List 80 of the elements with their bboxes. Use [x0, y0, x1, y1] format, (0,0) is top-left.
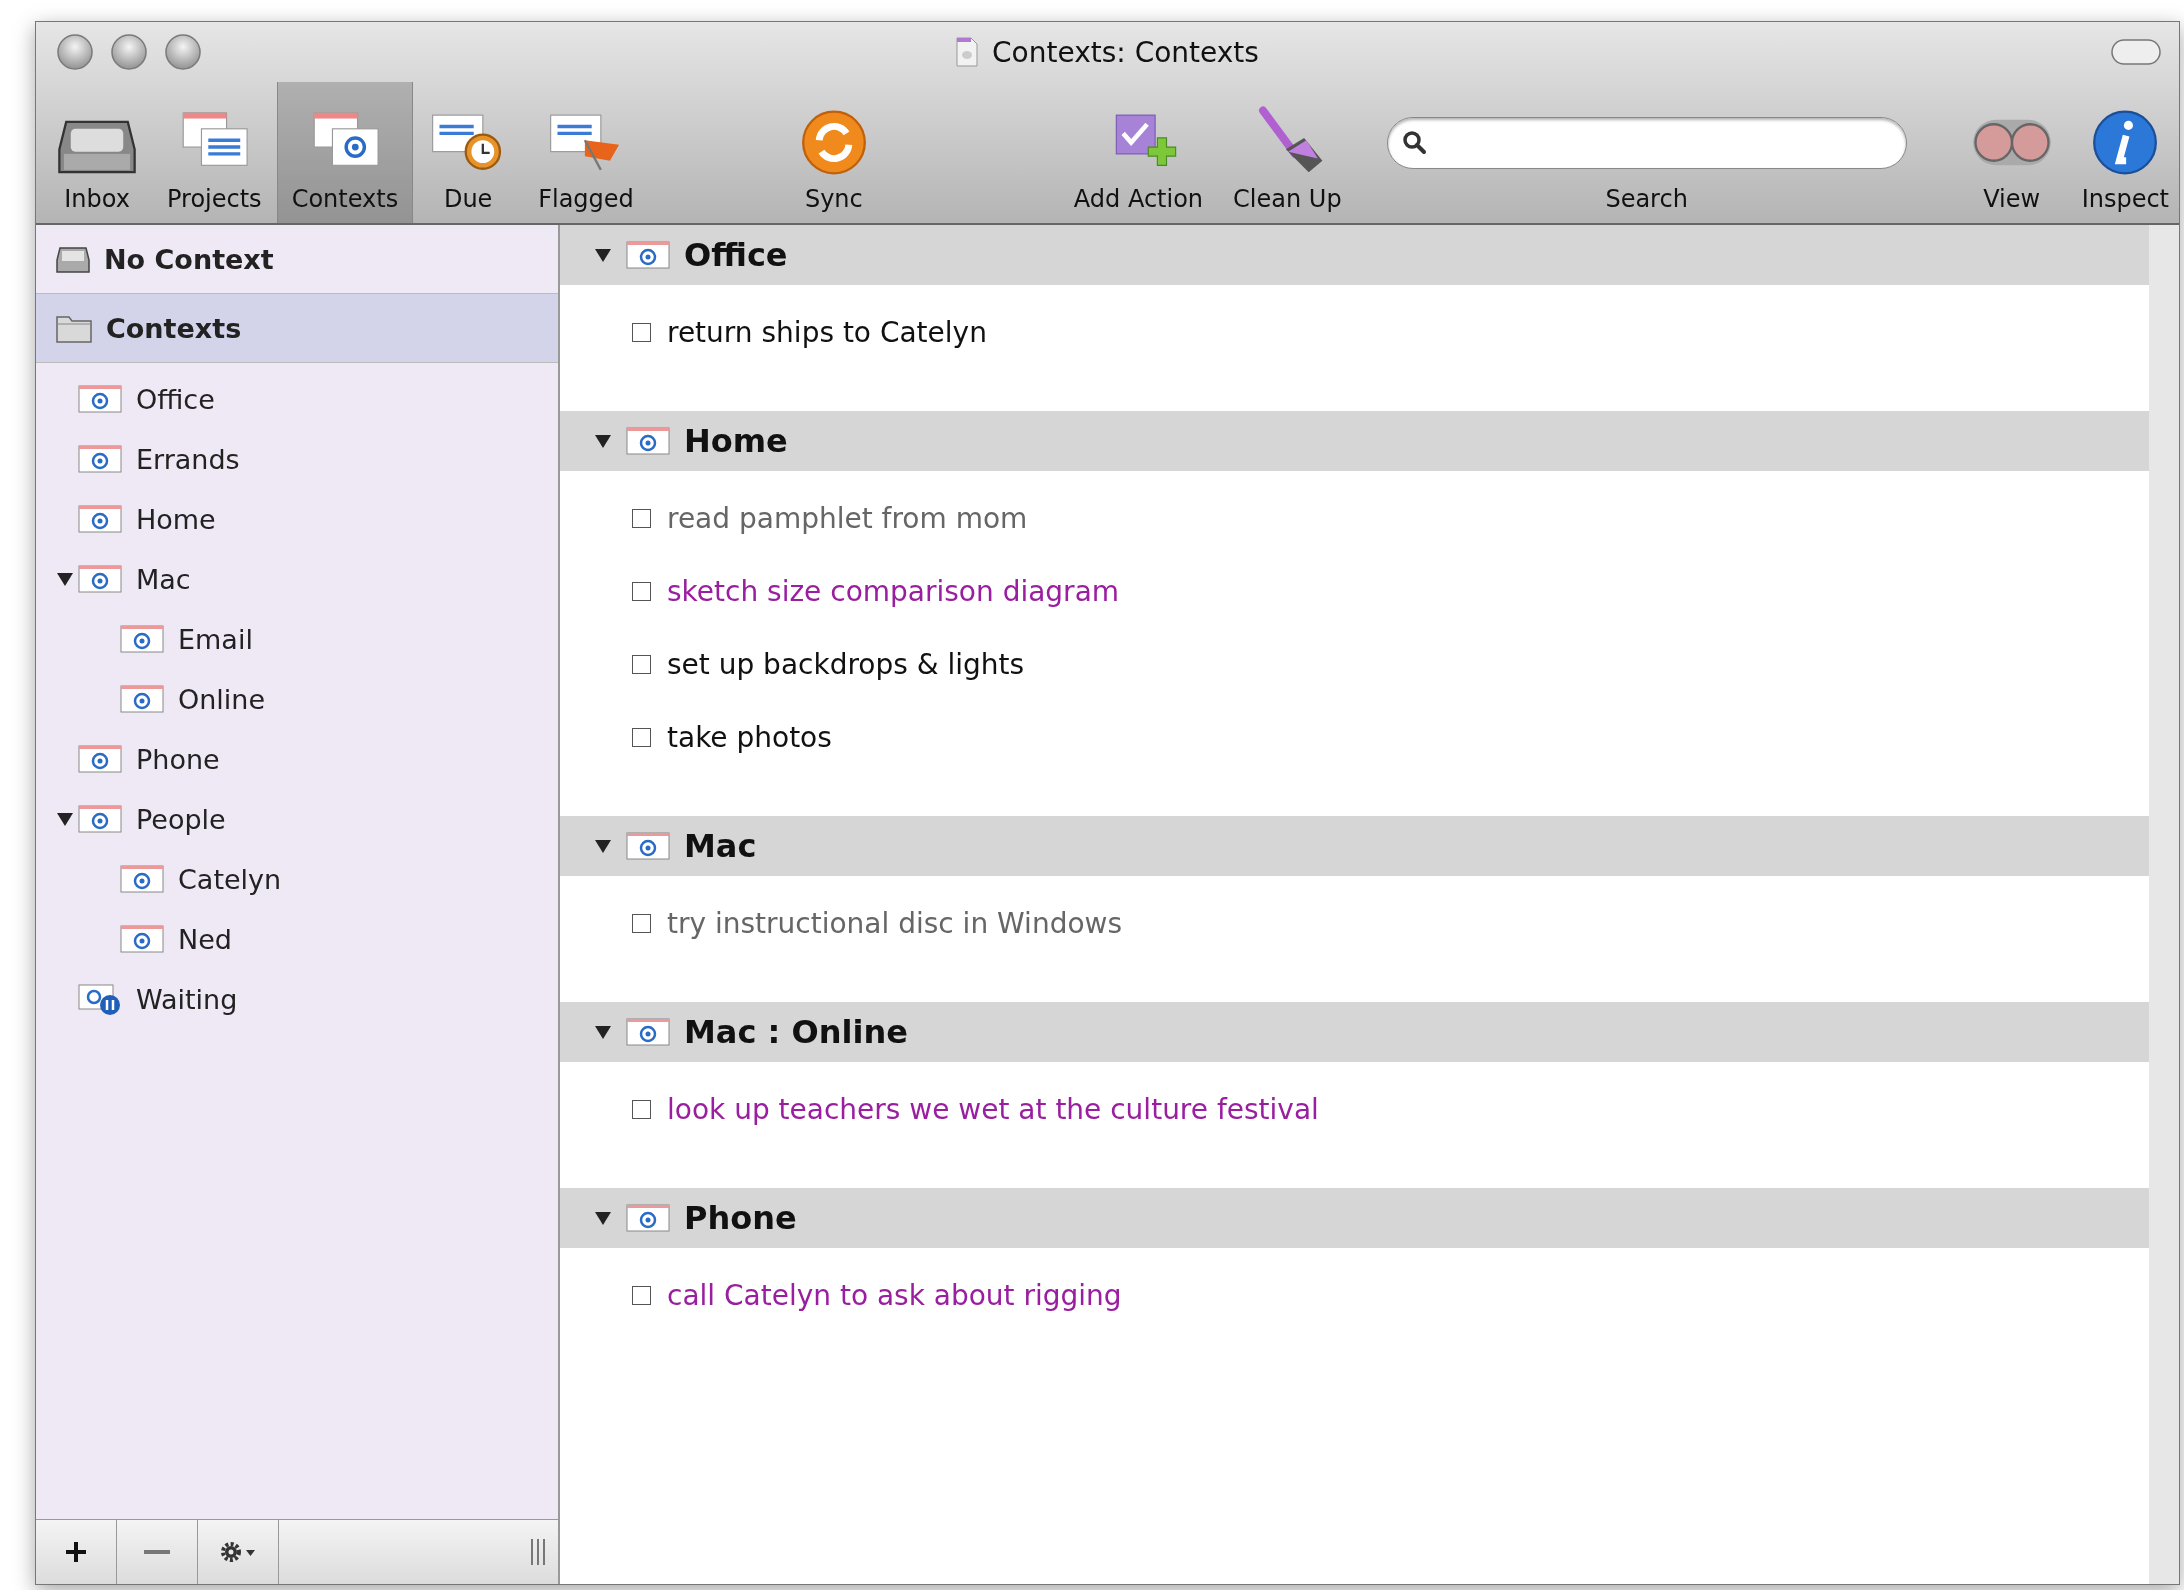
window-control-icon[interactable] [110, 33, 148, 71]
disclosure-triangle-icon[interactable] [56, 571, 74, 587]
action-text[interactable]: return ships to Catelyn [667, 316, 987, 349]
disclosure-triangle-icon[interactable] [594, 247, 612, 263]
folder-icon [56, 313, 92, 343]
toolbar-button[interactable]: View [1956, 82, 2067, 223]
resize-grip-icon[interactable] [530, 1539, 546, 1565]
context-item[interactable]: Office [36, 369, 558, 429]
context-icon [120, 864, 164, 894]
toolbar-button[interactable]: Inspect [2066, 82, 2184, 223]
disclosure-triangle-icon[interactable] [594, 838, 612, 854]
context-group-header[interactable]: Home [560, 411, 2149, 471]
action-text[interactable]: take photos [667, 721, 832, 754]
search-label: Search [1605, 185, 1688, 213]
toolbar-button[interactable]: Projects [152, 82, 277, 223]
context-icon [120, 684, 164, 714]
action-text[interactable]: try instructional disc in Windows [667, 907, 1123, 940]
checkbox[interactable] [632, 1100, 651, 1119]
context-item[interactable]: Ned [36, 909, 558, 969]
context-icon [626, 240, 670, 270]
inbox-tray-icon [56, 244, 90, 274]
context-icon [626, 1203, 670, 1233]
context-item[interactable]: Home [36, 489, 558, 549]
context-item[interactable]: Waiting [36, 969, 558, 1029]
checkbox[interactable] [632, 728, 651, 747]
action-text[interactable]: call Catelyn to ask about rigging [667, 1279, 1122, 1312]
context-icon [120, 924, 164, 954]
action-text[interactable]: read pamphlet from mom [667, 502, 1028, 535]
context-icon [78, 744, 122, 774]
context-group-header[interactable]: Office [560, 225, 2149, 285]
context-item[interactable]: People [36, 789, 558, 849]
search-field[interactable] [1386, 117, 1907, 169]
window-control-icon[interactable] [164, 33, 202, 71]
action-text[interactable]: sketch size comparison diagram [667, 575, 1120, 608]
toolbar-button[interactable]: Contexts [276, 82, 414, 223]
action-text[interactable]: set up backdrops & lights [667, 648, 1025, 681]
checkbox[interactable] [632, 914, 651, 933]
checkbox[interactable] [632, 323, 651, 342]
toolbar-button[interactable]: Flagged [523, 82, 649, 223]
action-text[interactable]: look up teachers we wet at the culture festival [667, 1093, 1319, 1126]
context-icon [120, 624, 164, 654]
disclosure-triangle-icon[interactable] [594, 1024, 612, 1040]
window-title: Contexts: Contexts [992, 35, 1259, 69]
context-group-header[interactable]: Mac [560, 816, 2149, 876]
context-item[interactable]: Errands [36, 429, 558, 489]
context-item[interactable]: Email [36, 609, 558, 669]
context-icon [78, 384, 122, 414]
checkbox[interactable] [632, 582, 651, 601]
context-item[interactable]: Phone [36, 729, 558, 789]
disclosure-triangle-icon[interactable] [594, 1210, 612, 1226]
waiting-context-icon [78, 983, 122, 1015]
context-item[interactable]: Mac [36, 549, 558, 609]
window-control-icon[interactable] [56, 33, 94, 71]
checkbox[interactable] [632, 509, 651, 528]
context-icon [626, 1017, 670, 1047]
context-icon [626, 426, 670, 456]
toolbar-button[interactable]: Clean Up [1218, 82, 1357, 223]
gear-icon [218, 1539, 258, 1565]
sidebar-header[interactable]: Contexts [36, 294, 558, 363]
context-icon [78, 504, 122, 534]
context-icon [626, 831, 670, 861]
context-item[interactable]: Catelyn [36, 849, 558, 909]
context-item[interactable]: Online [36, 669, 558, 729]
checkbox[interactable] [632, 1286, 651, 1305]
context-icon [78, 804, 122, 834]
checkbox[interactable] [632, 655, 651, 674]
document-icon [956, 37, 979, 67]
toolbar-toggle-icon[interactable] [2111, 39, 2161, 65]
toolbar-button[interactable]: Add Action [1058, 82, 1219, 223]
context-icon [78, 564, 122, 594]
toolbar-button[interactable]: Inbox [42, 82, 152, 223]
minus-icon [144, 1549, 170, 1555]
context-group-header[interactable]: Phone [560, 1188, 2149, 1248]
disclosure-triangle-icon[interactable] [56, 811, 74, 827]
toolbar-button[interactable]: Sync [778, 82, 889, 223]
plus-icon [64, 1540, 88, 1564]
context-icon [78, 444, 122, 474]
context-group-header[interactable]: Mac : Online [560, 1002, 2149, 1062]
disclosure-triangle-icon[interactable] [594, 433, 612, 449]
toolbar-button[interactable]: Due [413, 82, 524, 223]
